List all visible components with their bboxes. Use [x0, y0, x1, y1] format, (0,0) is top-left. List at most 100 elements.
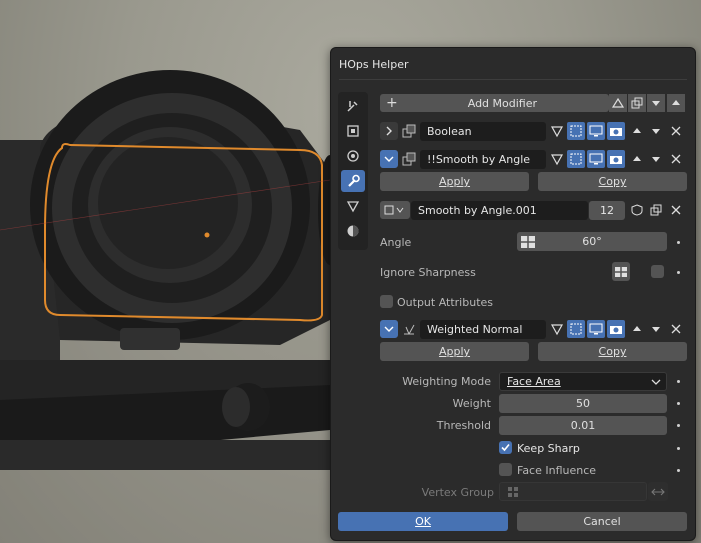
vertex-group-field[interactable]: [499, 482, 647, 501]
arrow-down-icon: [652, 327, 660, 332]
vertices-icon: [550, 324, 564, 336]
duplicate-icon: [631, 97, 643, 109]
node-tree-icon: [384, 205, 404, 215]
angle-field[interactable]: 60°: [517, 232, 667, 251]
edit-mode-icon: [570, 153, 582, 165]
node-group-browse[interactable]: [380, 201, 410, 219]
weighted-apply-button[interactable]: Apply: [380, 342, 529, 361]
panel-title: HOps Helper: [339, 58, 409, 71]
weighted-copy-button[interactable]: Copy: [538, 342, 687, 361]
add-modifier-button[interactable]: + Add Modifier: [380, 94, 609, 112]
weighted-remove[interactable]: [667, 320, 685, 338]
weighted-editmode-cage-toggle[interactable]: [548, 320, 566, 338]
smooth-editmode-toggle[interactable]: [567, 150, 585, 168]
edit-mode-icon: [570, 125, 582, 137]
boolean-move-up[interactable]: [628, 122, 646, 140]
unlink-node-group[interactable]: [667, 201, 685, 219]
boolean-name-field[interactable]: Boolean: [420, 122, 546, 141]
arrow-down-icon: [652, 101, 660, 106]
monitor-icon: [589, 153, 603, 165]
keep-sharp-checkbox[interactable]: [499, 441, 512, 454]
smooth-move-up[interactable]: [628, 150, 646, 168]
tab-tool[interactable]: [341, 95, 365, 117]
ignore-sharpness-keyframe-dot[interactable]: [677, 271, 680, 274]
tab-object[interactable]: [341, 120, 365, 142]
threshold-keyframe-dot[interactable]: [677, 424, 680, 427]
weight-field[interactable]: 50: [499, 394, 667, 413]
threshold-value: 0.01: [570, 419, 596, 432]
ok-button[interactable]: OK: [338, 512, 508, 531]
arrows-horizontal-icon: [651, 488, 665, 495]
tool-icon: [347, 101, 358, 112]
duplicate-node-group[interactable]: [647, 201, 665, 219]
boolean-editmode-toggle[interactable]: [567, 122, 585, 140]
weight-keyframe-dot[interactable]: [677, 402, 680, 405]
boolean-viewport-toggle[interactable]: [587, 122, 605, 140]
weighted-viewport-toggle[interactable]: [587, 320, 605, 338]
ignore-sharpness-socket[interactable]: [612, 262, 630, 281]
weight-value: 50: [576, 397, 590, 410]
smooth-editmode-cage-toggle[interactable]: [548, 150, 566, 168]
move-down-all-button[interactable]: [647, 94, 665, 112]
physics-icon: [347, 150, 359, 162]
weighted-move-up[interactable]: [628, 320, 646, 338]
keep-sharp-keyframe-dot[interactable]: [677, 447, 680, 450]
smooth-move-down[interactable]: [647, 150, 665, 168]
duplicate-icon: [650, 204, 662, 216]
weighted-render-toggle[interactable]: [607, 320, 625, 338]
smooth-modifier-icon: [400, 150, 418, 168]
weighted-name-field[interactable]: Weighted Normal: [420, 320, 546, 339]
keep-sharp-label: Keep Sharp: [517, 442, 580, 455]
cancel-button[interactable]: Cancel: [517, 512, 687, 531]
weight-label: Weight: [452, 397, 491, 410]
boolean-move-down[interactable]: [647, 122, 665, 140]
face-influence-checkbox[interactable]: [499, 463, 512, 476]
ok-label: OK: [415, 515, 431, 528]
smooth-viewport-toggle[interactable]: [587, 150, 605, 168]
apply-label: Apply: [438, 345, 471, 358]
angle-keyframe-dot[interactable]: [677, 241, 680, 244]
close-icon: [671, 324, 681, 334]
face-influence-label: Face Influence: [517, 464, 597, 477]
weighting-mode-keyframe-dot[interactable]: [677, 380, 680, 383]
threshold-field[interactable]: 0.01: [499, 416, 667, 435]
threshold-label: Threshold: [436, 419, 491, 432]
plus-icon: +: [386, 95, 398, 111]
smooth-render-toggle[interactable]: [607, 150, 625, 168]
cancel-label: Cancel: [583, 515, 621, 528]
monitor-icon: [589, 323, 603, 335]
boolean-editmode-cage-toggle[interactable]: [548, 122, 566, 140]
tab-physics[interactable]: [341, 145, 365, 167]
smooth-copy-button[interactable]: Copy: [538, 172, 687, 191]
arrow-down-icon: [652, 157, 660, 162]
smooth-remove[interactable]: [667, 150, 685, 168]
fake-user-toggle[interactable]: [628, 201, 646, 219]
smooth-name-field[interactable]: !!Smooth by Angle: [420, 150, 546, 169]
node-group-name-field[interactable]: Smooth by Angle.001: [411, 201, 588, 220]
tab-data[interactable]: [341, 195, 365, 217]
weighted-expand-toggle[interactable]: [380, 320, 398, 338]
node-group-users[interactable]: 12: [589, 201, 625, 220]
tab-material[interactable]: [341, 220, 365, 242]
collapse-all-button[interactable]: [609, 94, 627, 112]
boolean-expand-toggle[interactable]: [380, 122, 398, 140]
ignore-sharpness-checkbox[interactable]: [651, 265, 664, 278]
boolean-render-toggle[interactable]: [607, 122, 625, 140]
face-influence-keyframe-dot[interactable]: [677, 469, 680, 472]
arrow-up-icon: [633, 128, 641, 133]
smooth-expand-toggle[interactable]: [380, 150, 398, 168]
copy-stack-button[interactable]: [628, 94, 646, 112]
invert-vertex-group-toggle[interactable]: [648, 482, 668, 501]
smooth-apply-button[interactable]: Apply: [380, 172, 529, 191]
weighting-mode-dropdown[interactable]: Face Area: [499, 372, 667, 391]
close-icon: [671, 205, 681, 215]
boolean-remove[interactable]: [667, 122, 685, 140]
properties-tabs: [338, 92, 368, 250]
tab-modifiers[interactable]: [341, 170, 365, 192]
weighted-move-down[interactable]: [647, 320, 665, 338]
weighted-editmode-toggle[interactable]: [567, 320, 585, 338]
move-up-all-button[interactable]: [667, 94, 685, 112]
output-attributes-checkbox[interactable]: [380, 295, 393, 308]
angle-label: Angle: [380, 236, 412, 249]
add-modifier-label: Add Modifier: [467, 96, 538, 110]
